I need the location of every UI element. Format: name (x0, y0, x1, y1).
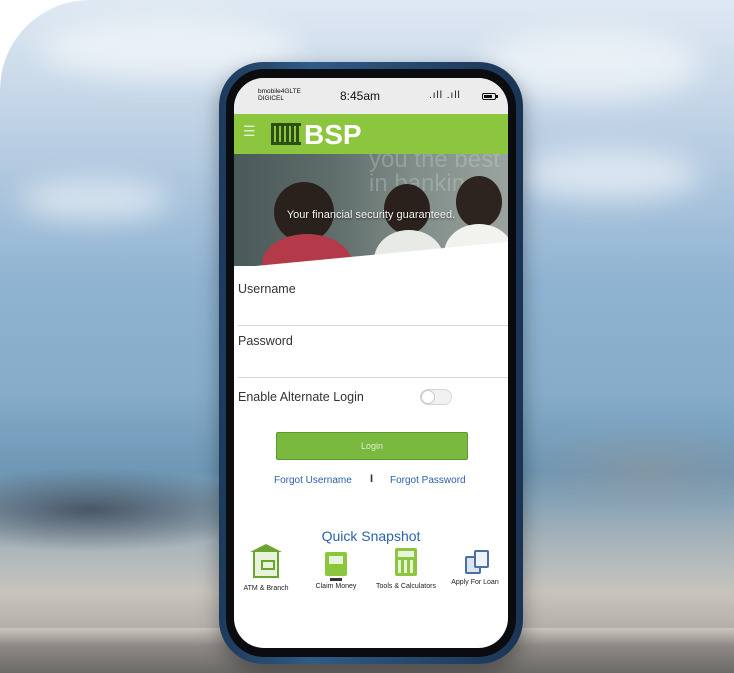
username-field[interactable]: Username (238, 282, 508, 326)
carrier-primary: bmobile4GLTE (258, 88, 301, 95)
password-label: Password (238, 334, 293, 348)
phone-screen: bmobile4GLTE DIGICEL 8:45am .ıll .ıll ☰ … (234, 78, 508, 648)
quick-action-apply-loan[interactable]: Apply For Loan (448, 550, 502, 587)
battery-icon (482, 93, 498, 100)
bsp-logo-icon (271, 123, 301, 145)
quick-action-label: ATM & Branch (243, 585, 289, 592)
calculator-icon (395, 548, 417, 576)
link-separator: I (370, 473, 374, 485)
hamburger-menu-icon[interactable]: ☰ (243, 124, 257, 138)
password-input[interactable] (238, 354, 498, 372)
quick-action-label: Claim Money (315, 583, 357, 590)
smartphone: bmobile4GLTE DIGICEL 8:45am .ıll .ıll ☰ … (219, 62, 523, 664)
forgot-password-link[interactable]: Forgot Password (390, 475, 466, 486)
claim-money-icon (325, 552, 347, 581)
brand-name: BSP (304, 119, 362, 150)
status-bar: bmobile4GLTE DIGICEL 8:45am .ıll .ıll (234, 78, 508, 114)
quick-snapshot-title: Quick Snapshot (321, 528, 421, 544)
carrier-secondary: DIGICEL (258, 95, 285, 102)
alternate-login-toggle[interactable] (420, 389, 452, 405)
atm-branch-icon (250, 544, 282, 578)
app-header: ☰ BSP (234, 114, 508, 154)
status-time: 8:45am (340, 89, 381, 103)
password-field[interactable]: Password (238, 334, 508, 378)
login-button[interactable]: Login (276, 432, 468, 460)
alternate-login-label: Enable Alternate Login (238, 390, 364, 404)
hero-tagline: Your financial security guaranteed. (286, 209, 456, 221)
username-label: Username (238, 282, 296, 296)
forgot-username-link[interactable]: Forgot Username (274, 475, 352, 486)
cloud (520, 150, 700, 200)
username-input[interactable] (238, 302, 498, 320)
signal-strength-icon: .ıll .ıll (429, 90, 461, 101)
quick-action-tools-calculators[interactable]: Tools & Calculators (376, 548, 436, 591)
quick-action-claim-money[interactable]: Claim Money (306, 552, 366, 591)
quick-action-label: Tools & Calculators (376, 583, 436, 590)
quick-action-atm-branch[interactable]: ATM & Branch (236, 544, 296, 593)
toggle-knob (421, 390, 435, 404)
loan-documents-icon (463, 550, 489, 574)
cloud (20, 180, 170, 220)
quick-action-label: Apply For Loan (451, 579, 499, 586)
carrier-info: bmobile4GLTE DIGICEL (258, 88, 301, 102)
